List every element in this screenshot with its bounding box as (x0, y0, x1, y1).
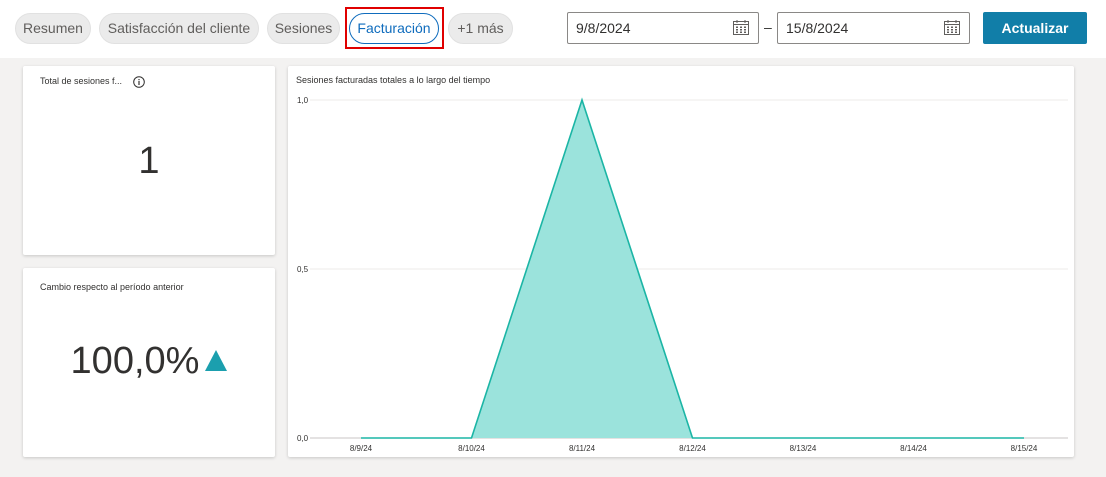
tab-resumen[interactable]: Resumen (15, 13, 91, 44)
x-tick-label: 8/11/24 (569, 444, 596, 453)
data-point[interactable] (579, 97, 585, 103)
card-title: Cambio respecto al período anterior (40, 282, 184, 292)
x-tick-label: 8/10/24 (458, 444, 485, 453)
period-change-value: 100,0% (70, 340, 200, 382)
tab-facturacion[interactable]: Facturación (349, 13, 439, 44)
tab-satisfaccion-cliente[interactable]: Satisfacción del cliente (99, 13, 259, 44)
top-bar: Resumen Satisfacción del cliente Sesione… (0, 0, 1106, 58)
x-tick-label: 8/13/24 (790, 444, 817, 453)
y-tick-label: 0,5 (297, 265, 309, 274)
x-tick-label: 8/15/24 (1011, 444, 1038, 453)
end-date-value: 15/8/2024 (786, 20, 849, 36)
end-date-field[interactable]: 15/8/2024 (777, 12, 970, 44)
data-point[interactable] (358, 435, 364, 441)
calendar-icon[interactable] (733, 20, 749, 35)
start-date-value: 9/8/2024 (576, 20, 631, 36)
trend-up-icon (205, 350, 228, 371)
date-range-separator: – (764, 19, 772, 35)
period-change-card: Cambio respecto al período anterior 100,… (23, 268, 275, 457)
tab-more[interactable]: +1 más (448, 13, 513, 44)
card-title: Total de sesiones f... (40, 76, 123, 86)
info-icon[interactable] (133, 76, 145, 88)
period-change-row: 100,0% (23, 340, 275, 383)
data-point[interactable] (911, 435, 917, 441)
refresh-button[interactable]: Actualizar (983, 12, 1087, 44)
y-tick-label: 1,0 (297, 96, 309, 105)
y-tick-label: 0,0 (297, 434, 309, 443)
x-tick-label: 8/14/24 (900, 444, 927, 453)
x-tick-label: 8/9/24 (350, 444, 373, 453)
area-chart: 0,0 0,5 1,0 8/9/24 8/10/24 8/11/24 8/12/24 8/13… (297, 96, 1068, 453)
calendar-icon[interactable] (944, 20, 960, 35)
chart-card: Sesiones facturadas totales a lo largo d… (288, 66, 1074, 457)
tab-sesiones[interactable]: Sesiones (267, 13, 340, 44)
total-sessions-value: 1 (138, 140, 160, 182)
data-point[interactable] (800, 435, 806, 441)
total-sessions-card: Total de sesiones f... 1 (23, 66, 275, 255)
data-point[interactable] (469, 435, 475, 441)
start-date-field[interactable]: 9/8/2024 (567, 12, 759, 44)
x-tick-label: 8/12/24 (679, 444, 706, 453)
data-point[interactable] (690, 435, 696, 441)
data-point[interactable] (1021, 435, 1027, 441)
